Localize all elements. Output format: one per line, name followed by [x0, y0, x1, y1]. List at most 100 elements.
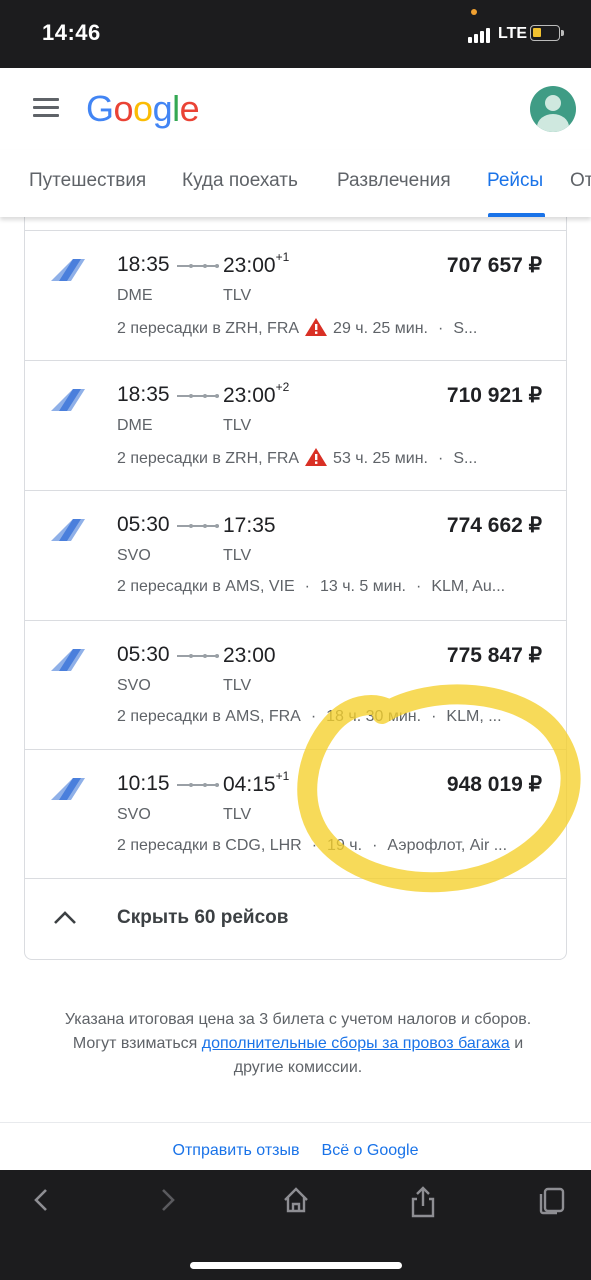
flight-price: 710 921 ₽ [446, 384, 542, 407]
collapse-label: Скрыть 60 рейсов [117, 907, 289, 928]
tab-more[interactable]: От [570, 170, 591, 192]
flight-duration: 53 ч. 25 мин. [333, 450, 428, 467]
flight-row[interactable]: 18:35 23:00+2 710 921 ₽ DME TLV 2 пересадки в… [25, 360, 566, 491]
active-tab-indicator [488, 213, 545, 217]
battery-icon [530, 25, 564, 41]
airline-logo-icon [51, 519, 85, 541]
flight-price: 948 019 ₽ [446, 773, 542, 796]
flight-price: 774 662 ₽ [446, 514, 542, 537]
search-tabs: Путешествия Куда поехать Развлечения Рей… [0, 150, 591, 217]
separator-dot: · [304, 578, 310, 595]
flight-duration: 29 ч. 25 мин. [333, 320, 428, 337]
separator-dot: · [415, 578, 422, 595]
arrival-time: 17:35 [223, 514, 276, 537]
logo-letter: l [172, 88, 180, 129]
arrival-time-group: 17:35 [223, 513, 276, 538]
airline-name: S... [453, 320, 478, 337]
departure-time: 05:30 [117, 643, 170, 666]
avatar[interactable] [530, 86, 576, 132]
separator-dot: · [372, 837, 378, 854]
flight-row[interactable]: 05:30 23:00 775 847 ₽ SVO TLV 2 пересадки в A… [25, 620, 566, 751]
flight-row[interactable]: 05:30 17:35 774 662 ₽ SVO TLV 2 пересадки в A… [25, 490, 566, 621]
departure-airport: SVO [117, 677, 151, 694]
arrival-time: 23:00 [223, 384, 276, 407]
flight-details: 2 пересадки в AMS, VIE · 13 ч. 5 мин. · KLM,… [117, 578, 549, 596]
logo-letter: e [179, 88, 200, 129]
flight-duration: 18 ч. 30 мин. [326, 708, 422, 725]
tab-travel[interactable]: Путешествия [29, 170, 146, 192]
footer-divider [0, 1122, 591, 1123]
separator-dot: · [310, 708, 317, 725]
airline-name: KLM, Au... [431, 578, 506, 595]
arrival-time-group: 04:15+1 [223, 769, 290, 797]
arrival-time-group: 23:00+2 [223, 380, 289, 408]
status-bar: 14:46 LTE [0, 0, 591, 68]
warning-icon [305, 318, 328, 336]
tab-flights[interactable]: Рейсы [487, 170, 543, 192]
send-feedback-link[interactable]: Отправить отзыв [173, 1142, 300, 1159]
tabs-icon[interactable] [537, 1186, 567, 1216]
departure-time: 18:35 [117, 253, 170, 276]
flight-details: 2 пересадки в ZRH, FRA 53 ч. 25 мин. · S... [117, 448, 549, 468]
logo-letter: o [113, 88, 134, 129]
flight-duration: 19 ч. [327, 837, 363, 854]
collapse-flights-button[interactable]: Скрыть 60 рейсов [25, 878, 566, 959]
arrival-airport: TLV [223, 417, 252, 434]
logo-letter: G [86, 88, 114, 129]
airline-name: Аэрофлот, Air ... [387, 837, 508, 854]
route-arrow-icon [177, 783, 219, 787]
airline-name: KLM, ... [446, 708, 502, 725]
about-google-link[interactable]: Всё о Google [322, 1142, 419, 1159]
departure-airport: DME [117, 417, 153, 434]
tab-things-to-do[interactable]: Развлечения [337, 170, 451, 192]
flight-details: 2 пересадки в CDG, LHR · 19 ч. · Аэрофлот, A… [117, 837, 549, 855]
menu-icon[interactable] [33, 98, 59, 118]
separator-dot: · [311, 837, 318, 854]
flight-duration: 13 ч. 5 мин. [319, 578, 406, 595]
route-arrow-icon [177, 654, 219, 658]
recording-indicator-dot [471, 9, 477, 15]
departure-airport: DME [117, 287, 153, 304]
arrival-time-group: 23:00+1 [223, 250, 290, 278]
route-arrow-icon [177, 394, 219, 398]
departure-time: 05:30 [117, 513, 170, 536]
airline-logo-icon [51, 778, 85, 800]
price-disclaimer: Указана итоговая цена за 3 билета с учет… [60, 1008, 536, 1080]
arrival-airport: TLV [223, 287, 252, 304]
warning-icon [305, 448, 328, 466]
flight-details: 2 пересадки в ZRH, FRA 29 ч. 25 мин. · S... [117, 318, 549, 338]
flight-row[interactable]: 18:35 23:00+1 707 657 ₽ DME TLV 2 пересадки в… [25, 230, 566, 361]
share-icon[interactable] [410, 1186, 436, 1218]
departure-airport: SVO [117, 547, 151, 564]
flight-row[interactable]: 10:15 04:15+1 948 019 ₽ SVO TLV 2 пересадки в… [25, 749, 566, 880]
arrival-time-group: 23:00 [223, 643, 276, 668]
arrival-time: 04:15 [223, 773, 276, 796]
home-indicator [190, 1262, 402, 1269]
home-icon[interactable] [282, 1186, 310, 1214]
separator-dot: · [437, 320, 444, 337]
logo-letter: o [133, 88, 153, 129]
google-logo[interactable]: Google [86, 88, 200, 130]
stops-info: 2 пересадки в ZRH, FRA [117, 450, 300, 467]
departure-time: 10:15 [117, 772, 170, 795]
airline-logo-icon [51, 649, 85, 671]
footer-links: Отправить отзыв Всё о Google [0, 1142, 591, 1160]
browser-toolbar [0, 1170, 591, 1280]
stops-info: 2 пересадки в CDG, LHR [117, 837, 302, 854]
baggage-fees-link[interactable]: дополнительные сборы за провоз багажа [202, 1035, 510, 1052]
google-header: Google [0, 68, 591, 150]
arrival-airport: TLV [223, 677, 252, 694]
separator-dot: · [431, 708, 437, 725]
status-time: 14:46 [42, 20, 101, 45]
airline-name: S... [453, 450, 478, 467]
airline-logo-icon [51, 259, 85, 281]
forward-icon[interactable] [157, 1186, 179, 1214]
tab-explore[interactable]: Куда поехать [182, 170, 298, 192]
back-icon[interactable] [30, 1186, 52, 1214]
route-arrow-icon [177, 264, 219, 268]
flight-details: 2 пересадки в AMS, FRA · 18 ч. 30 мин. · KLM… [117, 708, 549, 726]
flight-price: 775 847 ₽ [446, 644, 542, 667]
day-offset: +1 [275, 250, 290, 264]
route-arrow-icon [177, 524, 219, 528]
day-offset: +1 [275, 769, 290, 783]
